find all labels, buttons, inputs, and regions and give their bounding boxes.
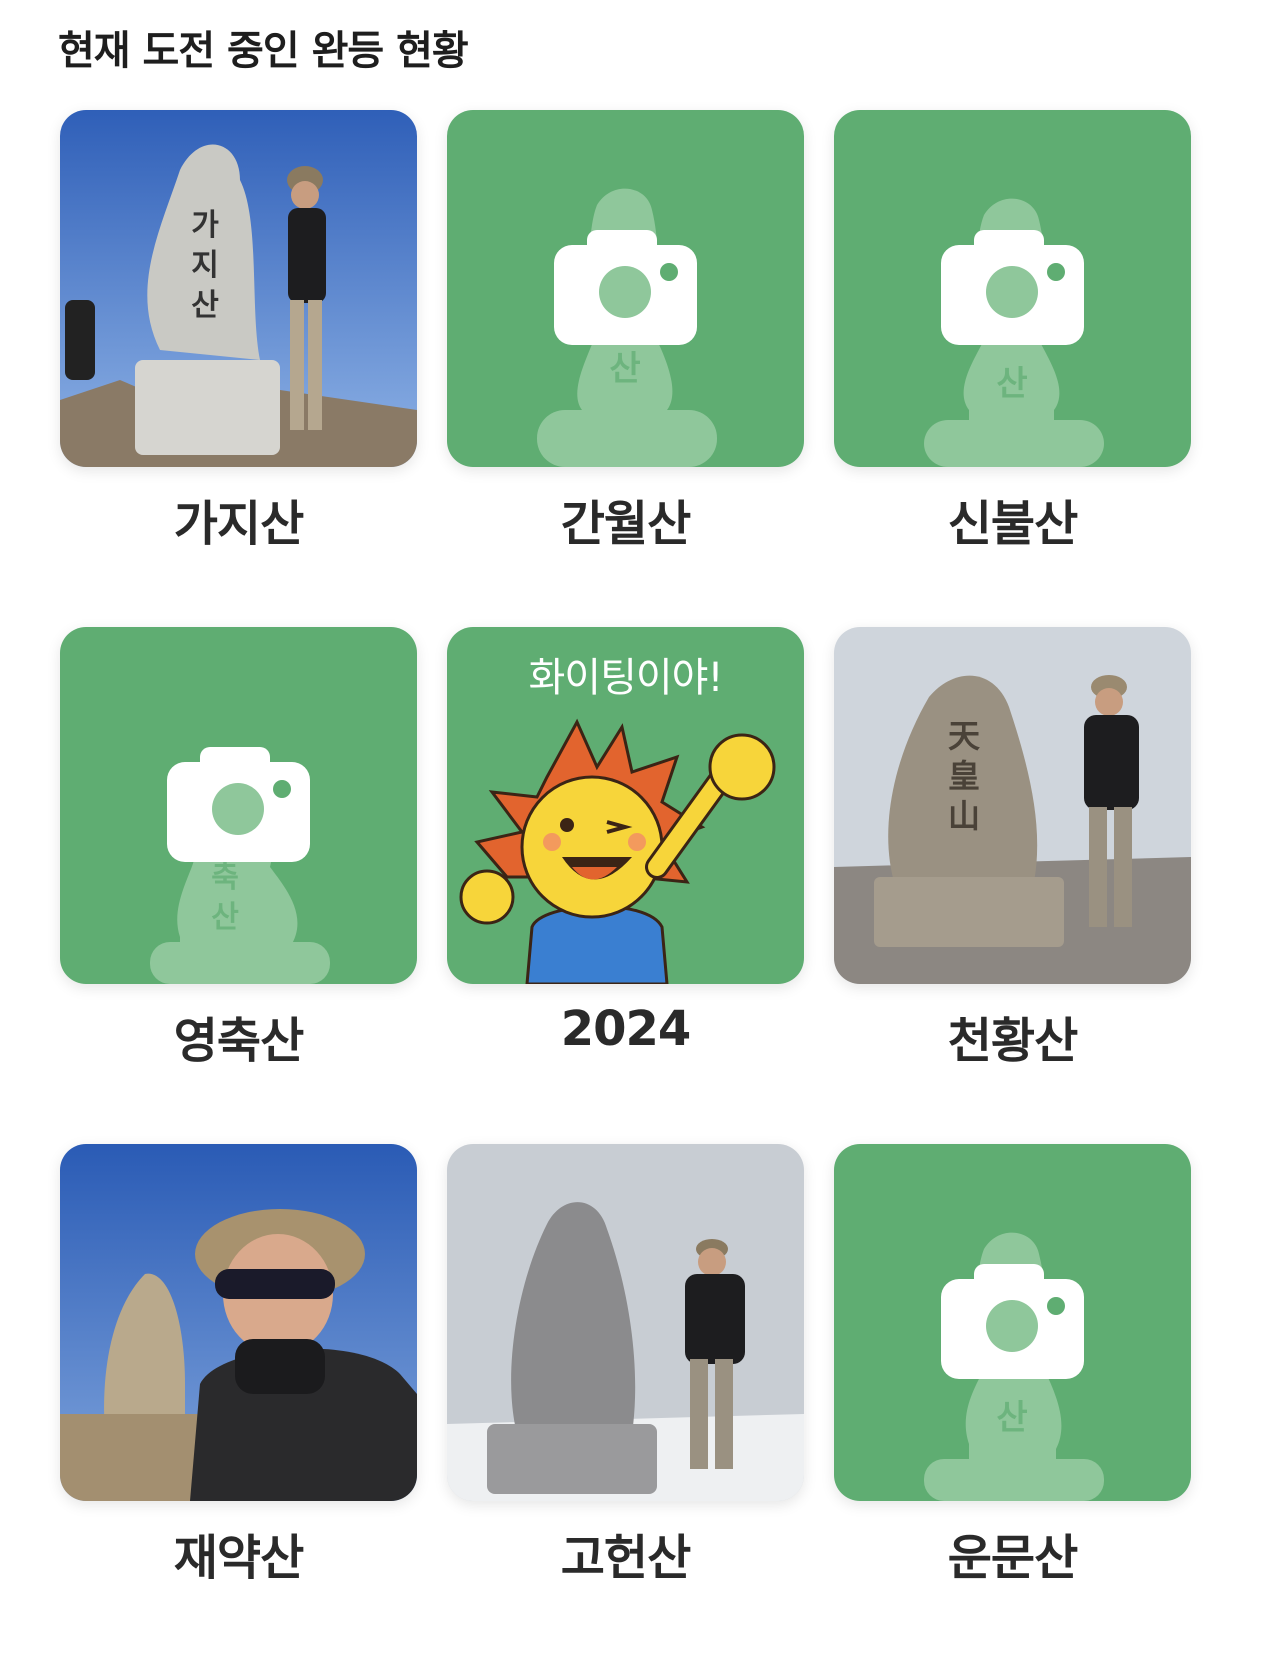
summit-photo-image [447,1144,804,1501]
summit-photo[interactable]: 天 皇 山 [834,627,1191,984]
mountain-item-yeongchuksan[interactable]: 축 산 영축산 [60,627,417,1144]
mountain-item-ganwolsan[interactable]: 산 간월산 [447,110,804,627]
mountain-name: 신불산 [947,496,1078,552]
upload-placeholder[interactable]: 산 [447,110,804,467]
svg-text:산: 산 [609,349,640,389]
svg-text:天: 天 [948,717,980,755]
camera-icon [941,1264,1084,1379]
mountain-grid: 가 지 산 가지산 산 간월산 산 신불산 축 산 영축산 화이팅이야! 202… [60,110,1191,1661]
mountain-item-gajisan[interactable]: 가 지 산 가지산 [60,110,417,627]
mountain-name: 천황산 [947,1013,1078,1069]
svg-text:지: 지 [191,248,219,283]
svg-text:축: 축 [211,860,239,895]
upload-placeholder[interactable]: 산 [834,1144,1191,1501]
svg-text:산: 산 [191,288,219,323]
mountain-item-goheonsan[interactable]: 고헌산 [447,1144,804,1661]
mountain-name: 영축산 [173,1013,304,1069]
svg-text:皇: 皇 [948,757,980,795]
summit-photo-image: 天 皇 山 [834,627,1191,984]
summit-photo-image [60,1144,417,1501]
svg-text:가: 가 [191,208,219,243]
summit-photo[interactable] [60,1144,417,1501]
mountain-item-2024[interactable]: 화이팅이야! 2024 [447,627,804,1144]
upload-placeholder[interactable]: 산 [834,110,1191,467]
svg-text:산: 산 [996,364,1027,404]
svg-text:山: 山 [948,797,980,835]
camera-icon [941,230,1084,345]
camera-icon [554,230,697,345]
mountain-item-sinbulsan[interactable]: 산 신불산 [834,110,1191,627]
summit-photo[interactable]: 가 지 산 [60,110,417,467]
camera-icon [167,747,310,862]
mountain-name: 2024 [560,1001,692,1057]
mountain-item-unmunsan[interactable]: 산 운문산 [834,1144,1191,1661]
mountain-name: 운문산 [947,1530,1078,1586]
summit-photo[interactable] [447,1144,804,1501]
mountain-name: 고헌산 [560,1530,691,1586]
cheer-card[interactable]: 화이팅이야! [447,627,804,984]
mountain-name: 재약산 [173,1530,304,1586]
mountain-name: 가지산 [173,496,304,552]
svg-text:산: 산 [211,900,239,935]
cheer-banner-text: 화이팅이야! [528,655,723,701]
mountain-item-cheonhwangsan[interactable]: 天 皇 山 천황산 [834,627,1191,1144]
upload-placeholder[interactable]: 축 산 [60,627,417,984]
section-title: 현재 도전 중인 완등 현황 [58,28,469,74]
summit-photo-image: 가 지 산 [60,110,417,467]
mountain-name: 간월산 [560,496,691,552]
mountain-item-jaeyaksan[interactable]: 재약산 [60,1144,417,1661]
svg-text:산: 산 [996,1398,1027,1438]
